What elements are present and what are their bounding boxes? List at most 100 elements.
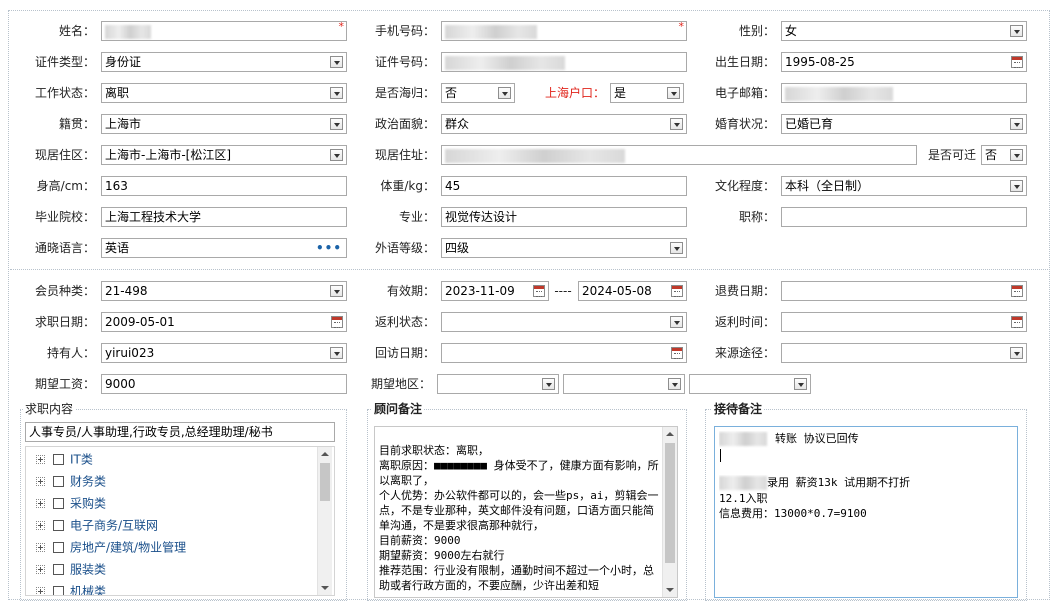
checkbox[interactable] bbox=[53, 542, 64, 553]
expand-icon[interactable] bbox=[36, 565, 45, 574]
chevron-down-icon[interactable] bbox=[670, 242, 683, 254]
scroll-down-icon[interactable] bbox=[318, 581, 332, 595]
tree-item[interactable]: 财务类 bbox=[36, 470, 106, 492]
area-province-select[interactable] bbox=[437, 374, 559, 394]
holder-select[interactable]: yirui023 bbox=[101, 343, 347, 363]
chevron-down-icon[interactable] bbox=[330, 87, 343, 99]
chevron-down-icon[interactable] bbox=[330, 149, 343, 161]
chevron-down-icon[interactable] bbox=[667, 87, 680, 99]
tree-item[interactable]: 机械类 bbox=[36, 580, 106, 595]
chevron-down-icon[interactable] bbox=[330, 347, 343, 359]
chevron-down-icon[interactable] bbox=[330, 285, 343, 297]
notes-scrollbar[interactable] bbox=[662, 427, 677, 597]
phone-field[interactable]: * bbox=[441, 21, 687, 41]
refund-date-label: 退费日期： bbox=[714, 284, 775, 298]
chevron-down-icon[interactable] bbox=[330, 56, 343, 68]
chevron-down-icon[interactable] bbox=[1010, 149, 1023, 161]
rebate-time-field[interactable] bbox=[781, 312, 1027, 332]
chevron-down-icon[interactable] bbox=[542, 378, 555, 390]
scroll-thumb[interactable] bbox=[320, 463, 330, 501]
refund-date-field[interactable] bbox=[781, 281, 1027, 301]
calendar-icon[interactable] bbox=[1011, 285, 1023, 297]
chevron-down-icon[interactable] bbox=[794, 378, 807, 390]
scroll-up-icon[interactable] bbox=[663, 427, 677, 441]
idno-field[interactable] bbox=[441, 52, 687, 72]
chevron-down-icon[interactable] bbox=[1010, 25, 1023, 37]
expand-icon[interactable] bbox=[36, 455, 45, 464]
job-selected-field[interactable]: 人事专员/人事助理,行政专员,总经理助理/秘书 bbox=[25, 422, 335, 442]
weight-field[interactable]: 45 bbox=[441, 176, 687, 196]
email-field[interactable] bbox=[781, 83, 1027, 103]
chevron-down-icon[interactable] bbox=[1010, 180, 1023, 192]
tree-item[interactable]: 采购类 bbox=[36, 492, 106, 514]
workstatus-select[interactable]: 离职 bbox=[101, 83, 347, 103]
salary-field[interactable]: 9000 bbox=[101, 374, 347, 394]
title-field[interactable] bbox=[781, 207, 1027, 227]
scroll-down-icon[interactable] bbox=[663, 583, 677, 597]
tree-item[interactable]: 服装类 bbox=[36, 558, 106, 580]
checkbox[interactable] bbox=[53, 520, 64, 531]
visit-date-field[interactable] bbox=[441, 343, 687, 363]
marital-select[interactable]: 已婚已育 bbox=[781, 114, 1027, 134]
political-select[interactable]: 群众 bbox=[441, 114, 687, 134]
calendar-icon[interactable] bbox=[671, 347, 683, 359]
job-date-field[interactable]: 2009-05-01 bbox=[101, 312, 347, 332]
name-field[interactable]: * bbox=[101, 21, 347, 41]
height-field[interactable]: 163 bbox=[101, 176, 347, 196]
scroll-up-icon[interactable] bbox=[318, 447, 332, 461]
job-date-value: 2009-05-01 bbox=[105, 315, 175, 329]
source-select[interactable] bbox=[781, 343, 1027, 363]
calendar-icon[interactable] bbox=[533, 285, 545, 297]
checkbox[interactable] bbox=[53, 564, 64, 575]
title-label: 职称： bbox=[738, 210, 775, 224]
chevron-down-icon[interactable] bbox=[668, 378, 681, 390]
expand-icon[interactable] bbox=[36, 587, 45, 595]
advisor-notes-textarea[interactable]: 目前求职状态：离职， 离职原因：■■■■■■■■ 身体受不了，健康方面有影响，所… bbox=[374, 426, 678, 598]
idtype-select[interactable]: 身份证 bbox=[101, 52, 347, 72]
tree-item[interactable]: 电子商务/互联网 bbox=[36, 514, 158, 536]
tree-item[interactable]: IT类 bbox=[36, 448, 93, 470]
tree-item[interactable]: 房地产/建筑/物业管理 bbox=[36, 536, 186, 558]
valid-from-field[interactable]: 2023-11-09 bbox=[441, 281, 549, 301]
rebate-status-select[interactable] bbox=[441, 312, 687, 332]
chevron-down-icon[interactable] bbox=[330, 118, 343, 130]
expand-icon[interactable] bbox=[36, 521, 45, 530]
chevron-down-icon[interactable] bbox=[498, 87, 511, 99]
checkbox[interactable] bbox=[53, 498, 64, 509]
calendar-icon[interactable] bbox=[331, 316, 343, 328]
forlevel-select[interactable]: 四级 bbox=[441, 238, 687, 258]
reception-notes-textarea[interactable]: 转账 协议已回传 录用 薪资13k 试用期不打折 12.1入职 信息费用：130… bbox=[714, 426, 1018, 598]
birth-date-field[interactable]: 1995-08-25 bbox=[781, 52, 1027, 72]
checkbox[interactable] bbox=[53, 476, 64, 487]
expand-icon[interactable] bbox=[36, 543, 45, 552]
chevron-down-icon[interactable] bbox=[670, 118, 683, 130]
relocate-select[interactable]: 否 bbox=[981, 145, 1027, 165]
returnee-select[interactable]: 否 bbox=[441, 83, 515, 103]
residence-select[interactable]: 上海市-上海市-[松江区] bbox=[101, 145, 347, 165]
calendar-icon[interactable] bbox=[1011, 56, 1023, 68]
address-field[interactable] bbox=[441, 145, 917, 165]
hukou-select[interactable]: 是 bbox=[610, 83, 684, 103]
area-city-select[interactable] bbox=[563, 374, 685, 394]
language-field[interactable]: 英语 ••• bbox=[101, 238, 347, 258]
area-district-select[interactable] bbox=[689, 374, 811, 394]
expand-icon[interactable] bbox=[36, 499, 45, 508]
education-select[interactable]: 本科（全日制） bbox=[781, 176, 1027, 196]
chevron-down-icon[interactable] bbox=[1010, 347, 1023, 359]
gender-select[interactable]: 女 bbox=[781, 21, 1027, 41]
calendar-icon[interactable] bbox=[671, 285, 683, 297]
chevron-down-icon[interactable] bbox=[1010, 118, 1023, 130]
native-select[interactable]: 上海市 bbox=[101, 114, 347, 134]
expand-icon[interactable] bbox=[36, 477, 45, 486]
member-type-select[interactable]: 21-498 bbox=[101, 281, 347, 301]
major-field[interactable]: 视觉传达设计 bbox=[441, 207, 687, 227]
school-field[interactable]: 上海工程技术大学 bbox=[101, 207, 347, 227]
checkbox[interactable] bbox=[53, 454, 64, 465]
more-options-icon[interactable]: ••• bbox=[316, 241, 342, 255]
chevron-down-icon[interactable] bbox=[670, 316, 683, 328]
tree-scrollbar[interactable] bbox=[317, 447, 332, 595]
checkbox[interactable] bbox=[53, 586, 64, 595]
scroll-thumb[interactable] bbox=[665, 443, 675, 563]
valid-to-field[interactable]: 2024-05-08 bbox=[578, 281, 687, 301]
calendar-icon[interactable] bbox=[1011, 316, 1023, 328]
